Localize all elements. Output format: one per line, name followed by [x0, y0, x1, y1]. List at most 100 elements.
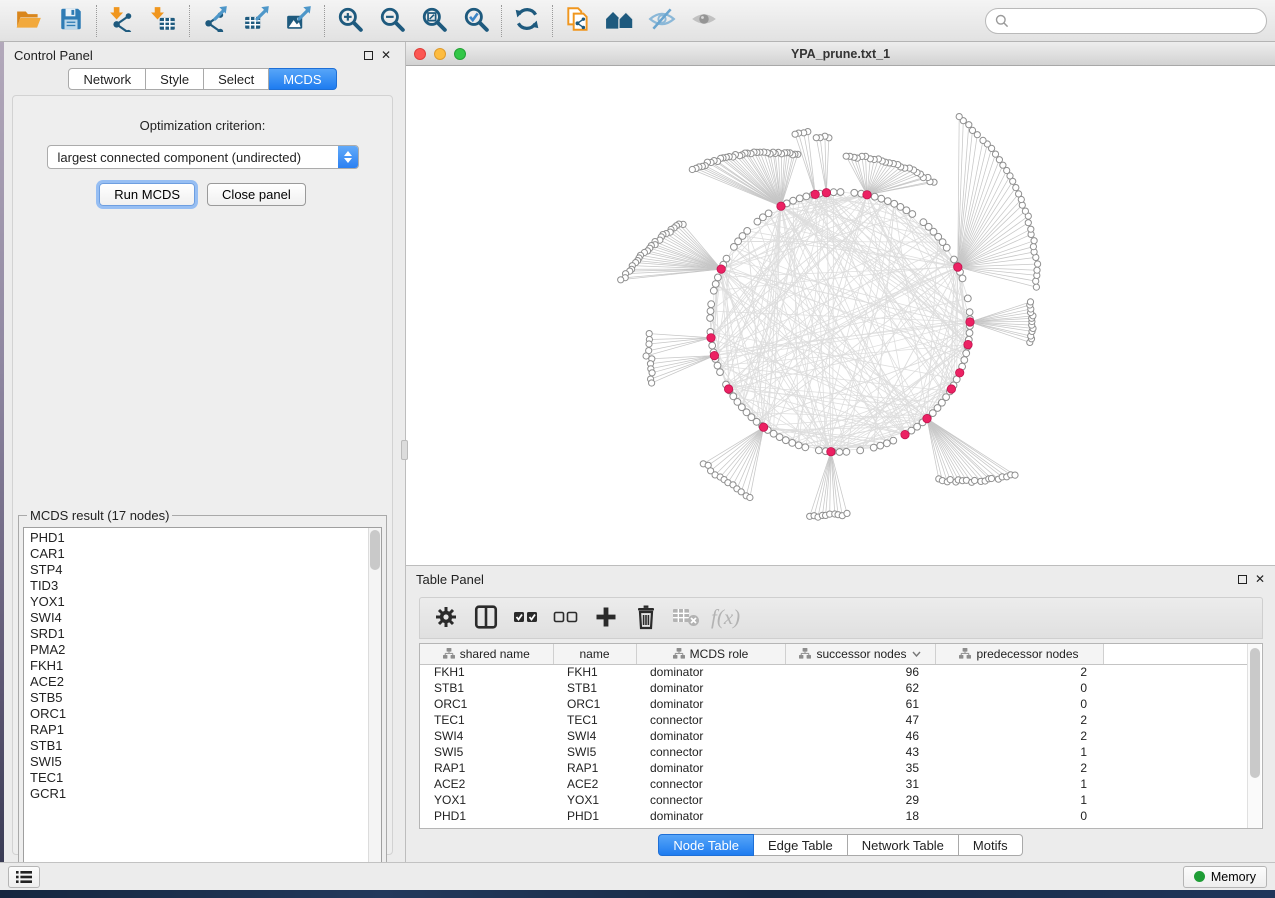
table-cell[interactable]: 0 [935, 680, 1103, 696]
table-cell[interactable]: ACE2 [553, 776, 636, 792]
network-window-titlebar[interactable]: YPA_prune.txt_1 [406, 42, 1275, 66]
mcds-result-item[interactable]: ORC1 [30, 706, 381, 722]
table-row[interactable]: ACE2ACE2connector311 [420, 776, 1248, 792]
table-cell[interactable]: 2 [935, 760, 1103, 776]
criterion-dropdown[interactable]: largest connected component (undirected) [47, 145, 359, 169]
table-cell[interactable]: FKH1 [553, 664, 636, 680]
select-all-button[interactable] [508, 601, 544, 635]
table-cell[interactable]: PHD1 [420, 808, 553, 824]
search-box[interactable] [985, 8, 1267, 34]
zoom-in-button[interactable] [329, 3, 371, 39]
mcds-result-item[interactable]: STP4 [30, 562, 381, 578]
table-row[interactable]: ORC1ORC1dominator610 [420, 696, 1248, 712]
float-panel-icon[interactable] [364, 51, 373, 60]
table-cell[interactable]: ORC1 [420, 696, 553, 712]
mcds-result-item[interactable]: CAR1 [30, 546, 381, 562]
table-cell[interactable]: 43 [785, 744, 935, 760]
table-cell[interactable]: 1 [935, 792, 1103, 808]
table-cell[interactable]: 0 [935, 808, 1103, 824]
first-neighbors-button[interactable] [599, 3, 641, 39]
table-row[interactable]: RAP1RAP1dominator352 [420, 760, 1248, 776]
table-cell[interactable]: SWI4 [553, 728, 636, 744]
table-cell[interactable] [1103, 808, 1248, 824]
column-header-name[interactable]: name [553, 644, 636, 664]
hide-selected-button[interactable] [641, 3, 683, 39]
mcds-result-item[interactable]: SWI4 [30, 610, 381, 626]
table-cell[interactable]: 1 [935, 744, 1103, 760]
mcds-result-item[interactable]: TEC1 [30, 770, 381, 786]
tab-network[interactable]: Network [68, 68, 146, 90]
import-network-button[interactable] [101, 3, 143, 39]
add-row-button[interactable] [588, 601, 624, 635]
table-cell[interactable]: YOX1 [553, 792, 636, 808]
table-cell[interactable] [1103, 680, 1248, 696]
tab-select[interactable]: Select [204, 68, 269, 90]
table-row[interactable]: YOX1YOX1connector291 [420, 792, 1248, 808]
table-cell[interactable]: RAP1 [420, 760, 553, 776]
export-network-button[interactable] [194, 3, 236, 39]
table-cell[interactable]: SWI4 [420, 728, 553, 744]
mcds-result-item[interactable]: FKH1 [30, 658, 381, 674]
show-columns-button[interactable] [468, 601, 504, 635]
zoom-out-button[interactable] [371, 3, 413, 39]
table-row[interactable]: STB1STB1dominator620 [420, 680, 1248, 696]
close-panel-button[interactable]: Close panel [207, 183, 306, 206]
table-cell[interactable]: YOX1 [420, 792, 553, 808]
export-image-button[interactable] [278, 3, 320, 39]
save-session-button[interactable] [50, 3, 92, 39]
table-cell[interactable] [1103, 776, 1248, 792]
delete-row-button[interactable] [628, 601, 664, 635]
table-options-button[interactable] [428, 601, 464, 635]
table-cell[interactable]: connector [636, 744, 785, 760]
close-panel-icon[interactable]: ✕ [381, 49, 391, 61]
mcds-result-item[interactable]: PHD1 [30, 530, 381, 546]
table-cell[interactable]: 46 [785, 728, 935, 744]
column-header-predecessor-nodes[interactable]: predecessor nodes [935, 644, 1103, 664]
table-cell[interactable]: TEC1 [420, 712, 553, 728]
window-zoom-icon[interactable] [454, 48, 466, 60]
mcds-result-item[interactable]: PMA2 [30, 642, 381, 658]
table-cell[interactable]: STB1 [553, 680, 636, 696]
table-cell[interactable]: connector [636, 792, 785, 808]
export-table-button[interactable] [236, 3, 278, 39]
float-table-panel-icon[interactable] [1238, 575, 1247, 584]
panel-splitter-handle[interactable] [401, 440, 408, 460]
table-cell[interactable]: TEC1 [553, 712, 636, 728]
mcds-list-scrollbar[interactable] [368, 528, 381, 878]
table-cell[interactable]: connector [636, 776, 785, 792]
table-cell[interactable]: dominator [636, 664, 785, 680]
mcds-result-item[interactable]: STB1 [30, 738, 381, 754]
zoom-selected-button[interactable] [455, 3, 497, 39]
table-cell[interactable]: 62 [785, 680, 935, 696]
table-cell[interactable]: 31 [785, 776, 935, 792]
table-cell[interactable]: RAP1 [553, 760, 636, 776]
column-header-successor-nodes[interactable]: successor nodes [785, 644, 935, 664]
mcds-result-item[interactable]: YOX1 [30, 594, 381, 610]
open-file-button[interactable] [8, 3, 50, 39]
table-row[interactable]: FKH1FKH1dominator962 [420, 664, 1248, 680]
table-cell[interactable]: 0 [935, 696, 1103, 712]
table-cell[interactable]: connector [636, 712, 785, 728]
table-cell[interactable]: 2 [935, 712, 1103, 728]
refresh-button[interactable] [506, 3, 548, 39]
task-history-button[interactable] [8, 866, 40, 888]
table-cell[interactable]: 47 [785, 712, 935, 728]
table-cell[interactable]: 35 [785, 760, 935, 776]
run-mcds-button[interactable]: Run MCDS [99, 183, 195, 206]
table-cell[interactable]: ACE2 [420, 776, 553, 792]
column-header-shared-name[interactable]: shared name [420, 644, 553, 664]
table-cell[interactable]: dominator [636, 728, 785, 744]
table-cell[interactable]: PHD1 [553, 808, 636, 824]
window-minimize-icon[interactable] [434, 48, 446, 60]
table-cell[interactable]: SWI5 [420, 744, 553, 760]
table-cell[interactable] [1103, 728, 1248, 744]
mcds-result-item[interactable]: STB5 [30, 690, 381, 706]
mcds-result-item[interactable]: SWI5 [30, 754, 381, 770]
table-cell[interactable]: 2 [935, 728, 1103, 744]
import-table-button[interactable] [143, 3, 185, 39]
table-row[interactable]: SWI4SWI4dominator462 [420, 728, 1248, 744]
tab-node-table[interactable]: Node Table [658, 834, 754, 856]
mcds-result-item[interactable]: TID3 [30, 578, 381, 594]
tab-motifs[interactable]: Motifs [959, 834, 1023, 856]
tab-edge-table[interactable]: Edge Table [754, 834, 848, 856]
